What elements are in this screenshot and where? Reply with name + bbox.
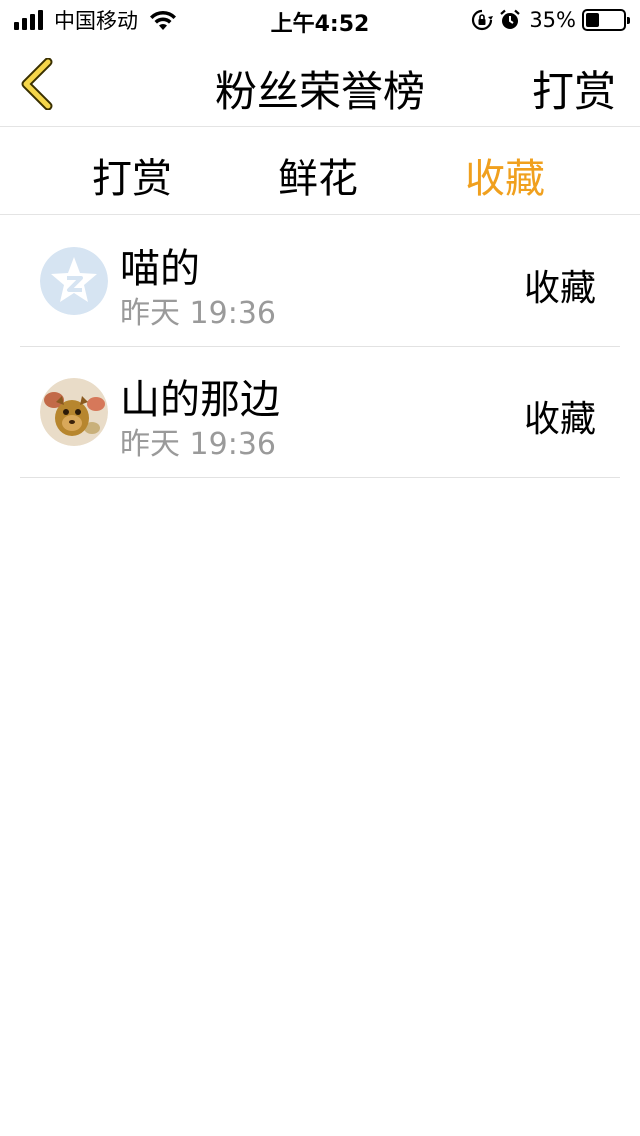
- fan-name: 山的那边: [120, 377, 280, 423]
- tab-bar: 打赏 鲜花 收藏: [0, 128, 640, 215]
- rotation-lock-icon: [472, 9, 494, 31]
- fan-list: 喵的 昨天 19:36 收藏 山的那边 昨天 19:36 收藏: [20, 216, 620, 478]
- status-right: 35%: [465, 6, 630, 34]
- list-item[interactable]: 喵的 昨天 19:36 收藏: [20, 216, 620, 347]
- tab-flowers[interactable]: 鲜花: [248, 146, 388, 204]
- list-item[interactable]: 山的那边 昨天 19:36 收藏: [20, 347, 620, 478]
- user-photo-avatar: [40, 378, 108, 446]
- nav-bar: 粉丝荣誉榜 打赏: [0, 40, 640, 127]
- alarm-icon: [500, 9, 521, 29]
- default-qq-avatar-icon: [40, 247, 108, 315]
- fan-action: 收藏: [523, 399, 596, 440]
- fan-name: 喵的: [120, 246, 200, 292]
- reward-button[interactable]: 打赏: [532, 58, 616, 119]
- tab-favorites[interactable]: 收藏: [435, 146, 575, 204]
- status-bar: 中国移动 上午4:52 35%: [0, 0, 640, 40]
- tab-reward[interactable]: 打赏: [62, 146, 202, 204]
- fan-time: 昨天 19:36: [120, 296, 276, 331]
- battery-level: [586, 13, 599, 27]
- fan-action: 收藏: [523, 268, 596, 309]
- fan-time: 昨天 19:36: [120, 427, 276, 462]
- battery-percent: 35%: [529, 8, 576, 32]
- battery-icon: [582, 9, 630, 31]
